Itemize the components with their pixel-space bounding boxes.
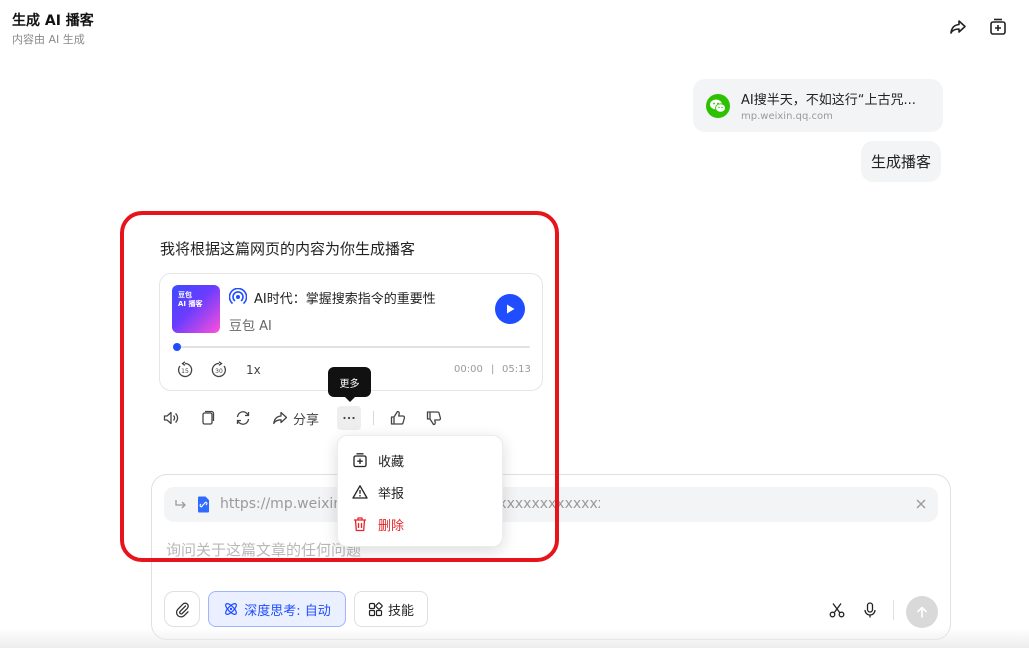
menu-item-report[interactable]: 举报 <box>338 477 504 507</box>
regenerate-button[interactable] <box>234 408 252 428</box>
play-button[interactable] <box>495 294 525 324</box>
more-icon <box>343 416 355 420</box>
deep-think-label: 深度思考: 自动 <box>244 603 331 619</box>
action-divider <box>373 411 374 425</box>
progress-handle[interactable] <box>173 343 181 351</box>
podcast-cover: 豆包 AI 播客 <box>172 285 220 333</box>
microphone-icon <box>864 602 876 618</box>
rewind-15-button[interactable]: 15 <box>176 361 194 379</box>
link-title: AI搜半天，不如这行“上古咒... <box>741 93 916 108</box>
reply-arrow-icon <box>175 500 186 509</box>
more-button[interactable] <box>337 406 361 430</box>
toolbar-divider <box>893 600 894 620</box>
more-tooltip: 更多 <box>328 367 371 402</box>
assistant-message: 我将根据这篇网页的内容为你生成播客 <box>160 240 416 258</box>
arrow-up-icon <box>917 606 927 618</box>
warning-icon <box>352 485 368 499</box>
duration: 05:13 <box>502 364 531 375</box>
speaker-icon <box>163 411 179 425</box>
send-button[interactable] <box>906 596 938 628</box>
microphone-button[interactable] <box>860 600 880 620</box>
progress-bar[interactable] <box>176 346 530 348</box>
dislike-button[interactable] <box>425 408 443 428</box>
svg-text:15: 15 <box>181 368 189 375</box>
scissors-button[interactable] <box>827 600 847 620</box>
share-message-button[interactable]: 分享 <box>271 408 319 428</box>
paperclip-icon <box>175 602 189 618</box>
copy-icon <box>202 410 215 425</box>
time-separator: | <box>491 364 495 375</box>
link-url: mp.weixin.qq.com <box>741 111 833 122</box>
page-subtitle: 内容由 AI 生成 <box>12 33 85 46</box>
current-time: 00:00 <box>454 364 483 375</box>
thumbs-down-icon <box>426 411 442 426</box>
new-chat-icon[interactable] <box>987 16 1009 38</box>
rewind-icon: 15 <box>177 361 193 378</box>
user-message: 生成播客 <box>861 141 942 182</box>
share-icon[interactable] <box>947 16 969 38</box>
deep-think-button[interactable]: 深度思考: 自动 <box>208 591 346 627</box>
more-menu: 收藏 举报 删除 <box>337 435 503 547</box>
share-arrow-icon <box>273 411 288 425</box>
menu-item-label: 收藏 <box>378 454 405 470</box>
skills-button[interactable]: 技能 <box>354 591 428 627</box>
attach-button[interactable] <box>164 591 200 627</box>
cover-label-1: 豆包 <box>178 291 192 299</box>
page-title: 生成 AI 播客 <box>12 13 94 29</box>
forward-30-button[interactable]: 30 <box>210 361 228 379</box>
refresh-icon <box>236 411 250 425</box>
grid-icon <box>368 601 383 616</box>
shared-link-card[interactable]: AI搜半天，不如这行“上古咒... mp.weixin.qq.com <box>693 79 943 132</box>
playback-speed[interactable]: 1x <box>246 363 261 377</box>
scissors-icon <box>829 603 845 618</box>
bookmark-add-icon <box>353 453 367 468</box>
close-icon[interactable] <box>914 497 928 511</box>
podcast-author: 豆包 AI <box>229 319 272 334</box>
podcast-icon <box>229 288 247 304</box>
wechat-icon <box>706 94 730 118</box>
share-label: 分享 <box>293 412 320 428</box>
copy-button[interactable] <box>198 408 216 428</box>
play-icon <box>507 304 515 314</box>
podcast-title: AI时代：掌握搜索指令的重要性 <box>254 292 436 307</box>
skills-label: 技能 <box>387 603 414 619</box>
forward-icon: 30 <box>211 361 227 378</box>
atom-icon <box>225 603 238 615</box>
menu-item-label: 删除 <box>378 518 405 534</box>
like-button[interactable] <box>389 408 407 428</box>
chat-input-placeholder[interactable]: 询问关于这篇文章的任何问题 <box>166 539 361 560</box>
link-document-icon <box>198 496 209 513</box>
read-aloud-button[interactable] <box>162 408 180 428</box>
menu-item-label: 举报 <box>378 486 405 502</box>
trash-icon <box>354 517 366 532</box>
cover-label-2: AI 播客 <box>178 300 203 308</box>
thumbs-up-icon <box>390 410 406 425</box>
svg-text:30: 30 <box>215 368 223 375</box>
menu-item-bookmark[interactable]: 收藏 <box>338 445 504 475</box>
quoted-link-bar: https://mp.weixin.qq.com/s/xxxxxxxxxxxxx… <box>164 487 938 522</box>
menu-item-delete[interactable]: 删除 <box>338 509 504 539</box>
